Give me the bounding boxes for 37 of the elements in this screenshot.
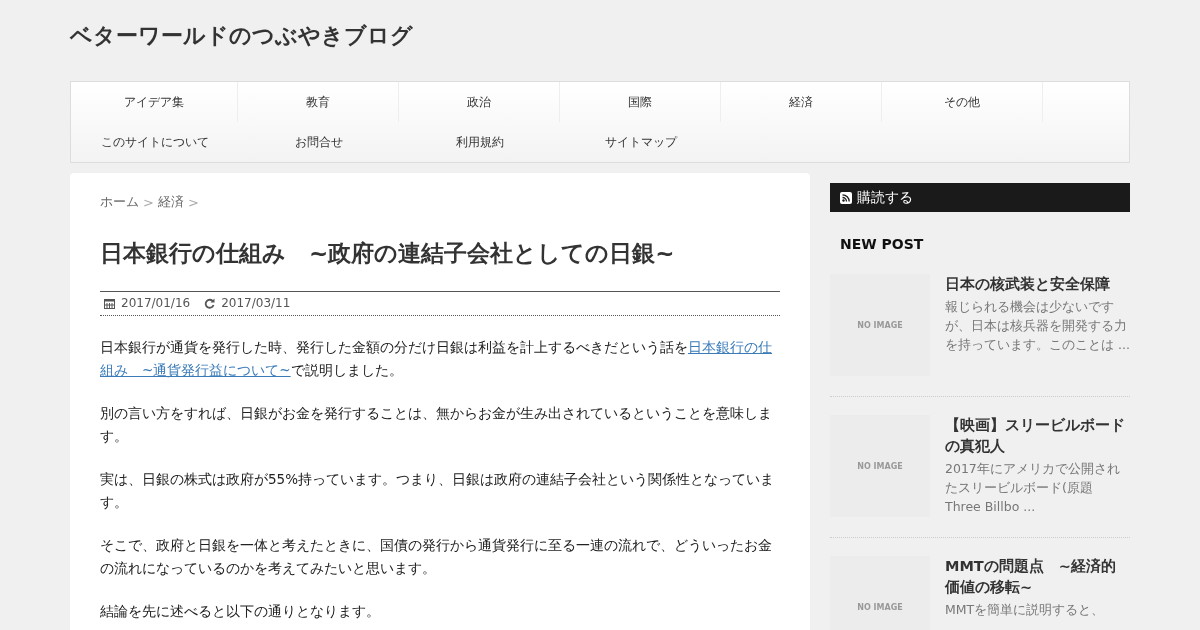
paragraph: 日本銀行が通貨を発行した時、発行した金額の分だけ日銀は利益を計上するべきだという話を 日本銀行の仕 組み ~通貨発行益について~で説明しました。 (100, 338, 773, 380)
calendar-icon (104, 297, 115, 309)
breadcrumb-link[interactable]: ホーム (100, 193, 139, 211)
published-date: 2017/01/16 (121, 296, 191, 310)
article-title: 日本銀行の仕組み ~政府の連結子会社としての日銀~ (100, 239, 676, 268)
breadcrumb-link[interactable]: 経済 (157, 193, 184, 211)
menu-item[interactable]: 教育 (238, 82, 399, 122)
paragraph: 実は、日銀の株式は政府が55%持っています。つまり、日銀は政府の連結子会社という関係性となっています。 (100, 470, 775, 512)
post-excerpt: 2017年にアメリカで公開されたスリービルボード(原題 Three Billbo ... (945, 460, 1121, 516)
breadcrumb-separator: > (187, 194, 199, 210)
site-title[interactable]: ベターワールドのつぶやきブログ (70, 20, 1130, 61)
rss-icon (840, 191, 852, 204)
paragraph: そこで、政府と日銀を一体と考えたときに、国債の発行から通貨発行に至る一連の流れで、どういったお金の流れになっているのかを考えてみたいと思います。 (100, 536, 773, 578)
post-excerpt: MMTを簡単に説明すると、 (945, 601, 1106, 619)
refresh-icon (204, 297, 216, 309)
menu-item[interactable]: アイデア集 (71, 82, 238, 122)
post-title[interactable]: MMTの問題点 ~経済的価値の移転~ (945, 556, 1130, 598)
breadcrumb-separator: > (143, 194, 154, 210)
menu-item[interactable]: 政治 (399, 82, 560, 122)
paragraph: 結論を先に述べると以下の通りとなります。 (100, 602, 381, 621)
menu-item[interactable]: お問合せ (238, 122, 399, 162)
article-link[interactable]: 日本銀行の仕 (688, 339, 772, 355)
menu-item[interactable]: このサイトについて (71, 122, 238, 162)
menu-item[interactable]: 国際 (560, 82, 721, 122)
post-excerpt: 報じられる機会は少ないですが、日本は核兵器を開発する力を持っています。このことは ... (945, 298, 1130, 354)
post-title[interactable]: 日本の核武装と安全保障 (945, 274, 1130, 295)
menu-item[interactable]: 利用規約 (399, 122, 560, 162)
article-link[interactable]: 組み ~通貨発行益について~ (100, 362, 291, 378)
menu-item[interactable]: サイトマップ (560, 122, 721, 162)
widget-heading: NEW POST (840, 236, 925, 252)
subscribe-label: 購読する (857, 188, 913, 207)
updated-date: 2017/03/11 (221, 296, 291, 310)
menu-item[interactable]: その他 (882, 82, 1043, 122)
post-title[interactable]: 【映画】スリービルボードの真犯人 (945, 415, 1130, 457)
paragraph: 別の言い方をすれば、日銀がお金を発行することは、無からお金が生み出されているということを意味します。 (100, 404, 773, 446)
menu-item[interactable]: 経済 (721, 82, 882, 122)
subscribe-bar[interactable]: 購読する (830, 183, 1130, 212)
